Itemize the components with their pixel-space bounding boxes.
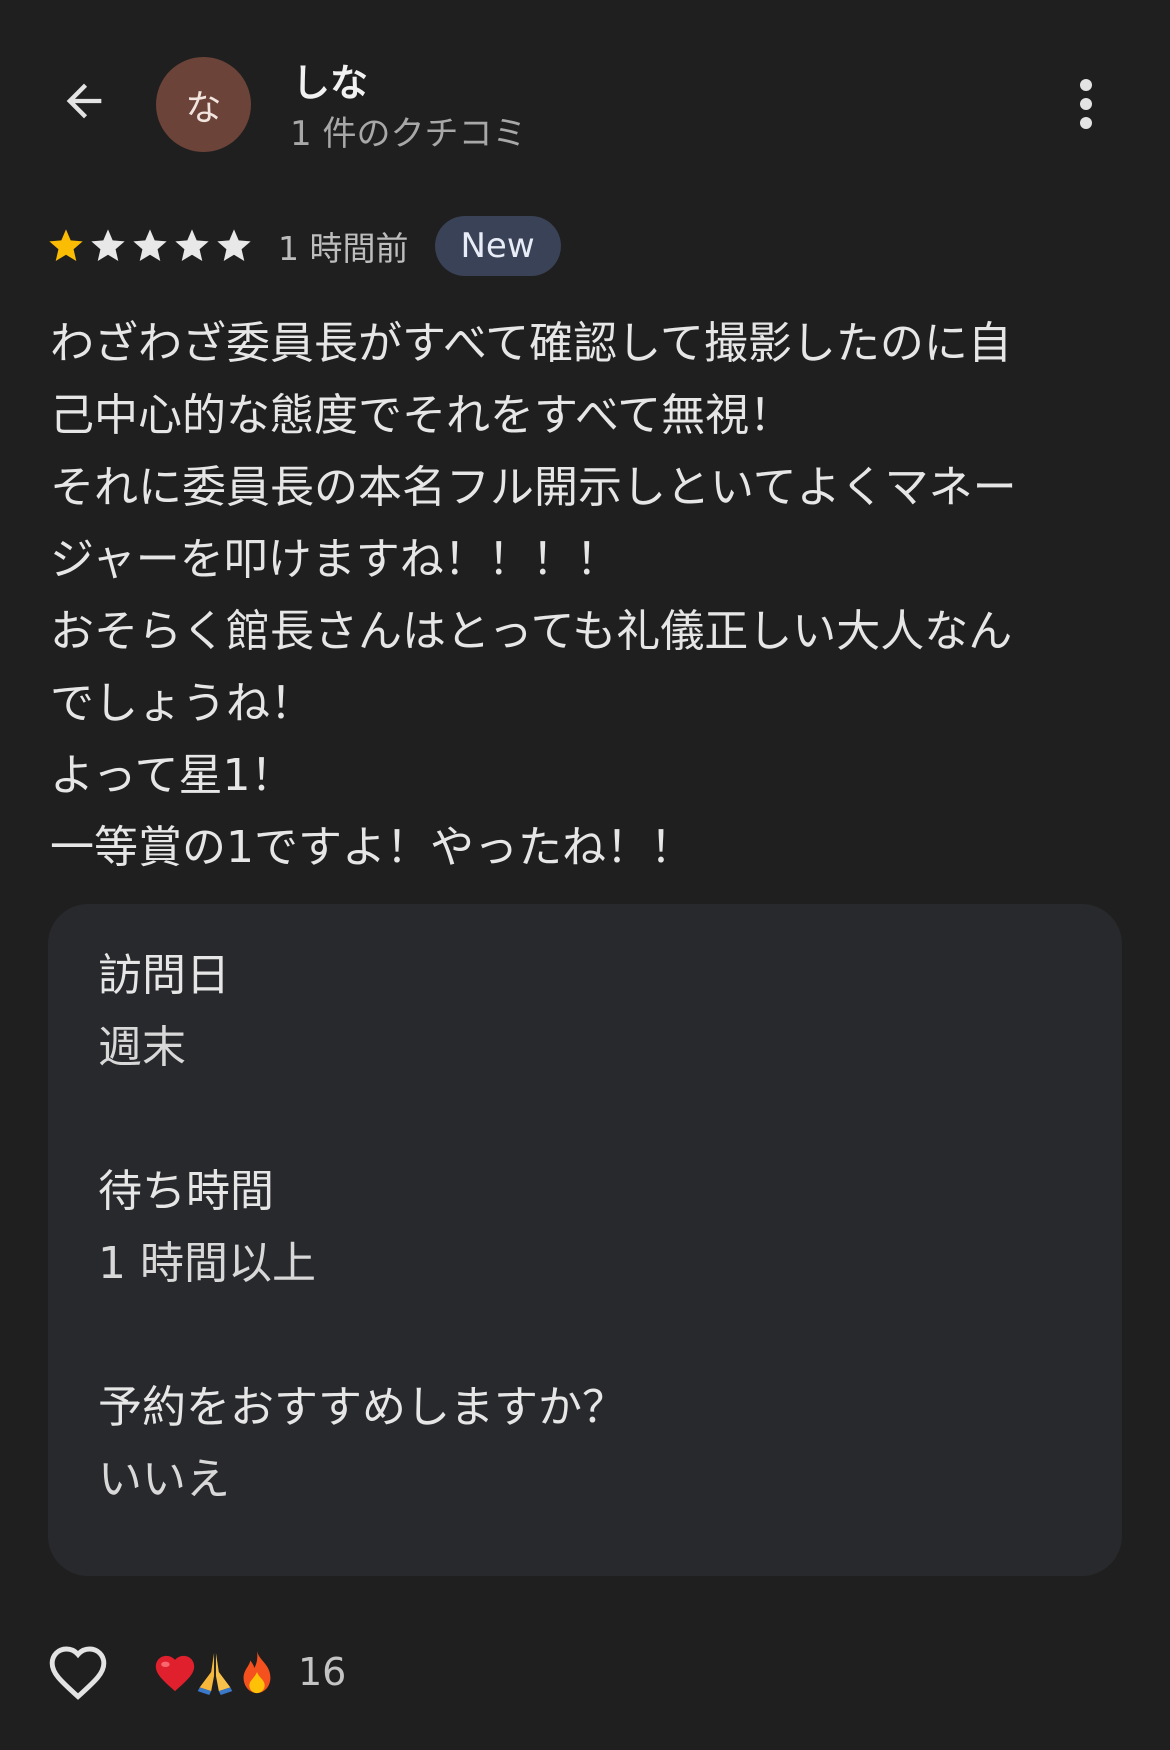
detail-value: 1 時間以上 — [98, 1238, 316, 1289]
rating-row: 1 時間前 New — [46, 214, 561, 278]
reaction-bar: 16 — [46, 1640, 346, 1704]
more-options-button[interactable] — [1058, 72, 1114, 136]
avatar[interactable]: な — [156, 57, 251, 152]
like-button[interactable] — [46, 1640, 110, 1704]
star-empty-icon — [217, 229, 251, 261]
arrow-left-icon — [66, 83, 102, 119]
star-empty-icon — [91, 229, 125, 261]
review-time: 1 時間前 — [278, 229, 409, 268]
user-review-count: 1 件のクチコミ — [290, 114, 527, 154]
user-name[interactable]: しな — [292, 52, 368, 107]
star-rating — [46, 226, 254, 266]
review-text: わざわざ委員長がすべて確認して撮影したのに自 己中心的な態度でそれをすべて無視！… — [50, 318, 1017, 873]
back-button[interactable] — [48, 65, 120, 137]
star-filled-icon — [49, 229, 83, 261]
reaction-summary[interactable]: 16 — [152, 1647, 346, 1697]
more-vert-icon — [1080, 79, 1092, 129]
new-badge: New — [434, 216, 561, 276]
app-header: な しな 1 件のクチコミ — [0, 0, 1170, 210]
visit-details-card: 訪問日 週末 待ち時間 1 時間以上 予約をおすすめしますか？ いいえ — [48, 904, 1122, 1576]
detail-value: いいえ — [98, 1454, 230, 1505]
detail-reservation: 予約をおすすめしますか？ いいえ — [98, 1372, 626, 1516]
avatar-letter: な — [185, 87, 222, 129]
star-empty-icon — [175, 229, 209, 261]
detail-label: 待ち時間 — [98, 1166, 274, 1217]
folded-hands-emoji — [197, 1652, 233, 1695]
detail-label: 予約をおすすめしますか？ — [98, 1382, 626, 1433]
detail-visit-date: 訪問日 週末 — [98, 940, 230, 1084]
detail-value: 週末 — [98, 1022, 186, 1073]
heart-outline-icon — [49, 1646, 107, 1700]
reaction-count: 16 — [298, 1650, 347, 1694]
detail-label: 訪問日 — [98, 950, 230, 1001]
star-empty-icon — [133, 229, 167, 261]
fire-emoji — [243, 1650, 271, 1694]
detail-wait-time: 待ち時間 1 時間以上 — [98, 1156, 316, 1300]
